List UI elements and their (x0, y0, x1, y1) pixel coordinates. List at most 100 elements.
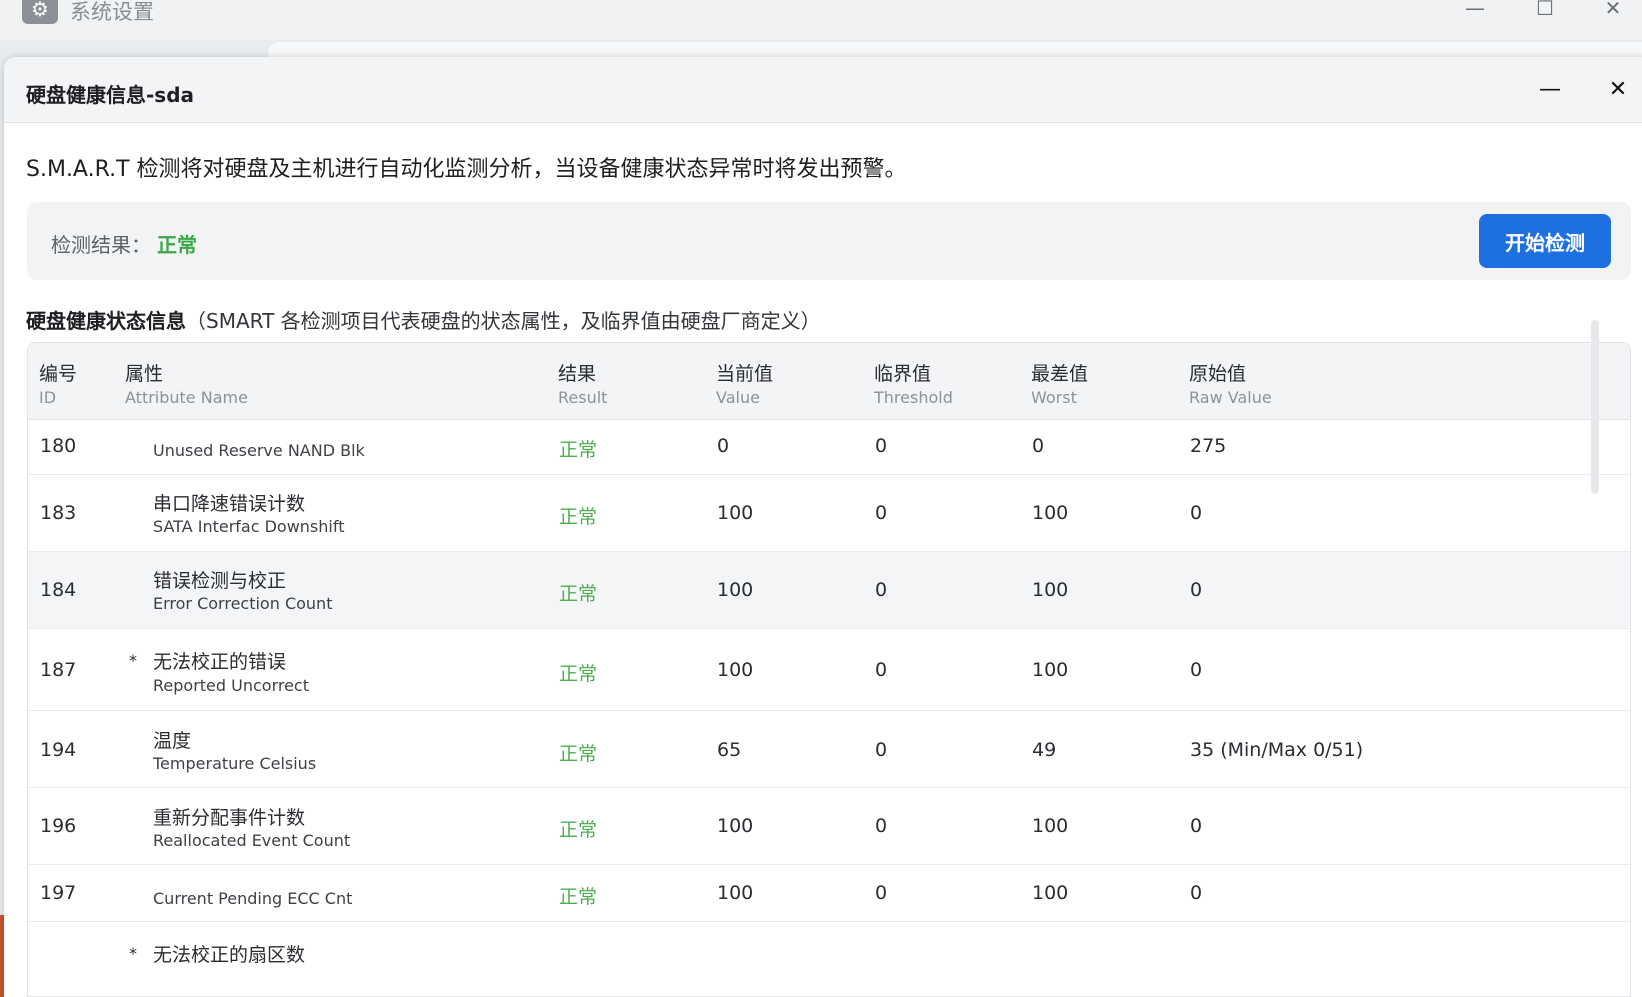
dialog-header: 硬盘健康信息-sda — ✕ (4, 57, 1642, 123)
column-header-worst: 最差值 Worst (1031, 359, 1088, 407)
window-close-button[interactable]: ✕ (1598, 0, 1628, 20)
cell-attr-cn: 串口降速错误计数 (153, 493, 306, 515)
cell-result: 正常 (559, 886, 598, 908)
table-row[interactable]: 197 Current Pending ECC Cnt 正常 100 0 100… (28, 865, 1630, 922)
table-row[interactable]: 183 串口降速错误计数 SATA Interfac Downshift 正常 … (28, 475, 1630, 552)
column-header-en: Threshold (874, 388, 953, 407)
column-header-cn: 属性 (125, 363, 164, 385)
cell-result: 正常 (559, 663, 598, 685)
background-titlebar (0, 0, 1642, 40)
cell-threshold: 0 (875, 739, 888, 761)
cell-id: 197 (40, 882, 77, 904)
table-row[interactable]: 184 错误检测与校正 Error Correction Count 正常 10… (28, 552, 1630, 629)
cell-worst: 100 (1032, 579, 1069, 601)
column-header-cn: 最差值 (1031, 363, 1089, 385)
cell-id: 187 (40, 659, 77, 681)
column-header-id: 编号 ID (39, 359, 77, 407)
cell-id: 180 (40, 435, 77, 457)
cell-threshold: 0 (875, 579, 888, 601)
section-title-note: （SMART 各检测项目代表硬盘的状态属性，及临界值由硬盘厂商定义） (186, 309, 821, 333)
table-row[interactable]: 196 重新分配事件计数 Reallocated Event Count 正常 … (28, 788, 1630, 865)
gear-icon: ⚙ (22, 0, 58, 24)
cell-attr-en: Current Pending ECC Cnt (153, 889, 353, 908)
column-header-attribute: 属性 Attribute Name (125, 359, 248, 407)
column-header-en: ID (39, 388, 57, 407)
cell-result: 正常 (559, 819, 598, 841)
cell-worst: 49 (1032, 739, 1057, 761)
cell-worst: 100 (1032, 659, 1069, 681)
cell-attr-en: Temperature Celsius (153, 754, 317, 773)
cell-attr-en: Reported Uncorrect (153, 676, 309, 695)
cell-attr-en: Unused Reserve NAND Blk (153, 441, 365, 460)
cell-result: 正常 (559, 743, 598, 765)
critical-marker: * (129, 651, 137, 670)
column-header-en: Attribute Name (125, 388, 248, 407)
cell-id: 184 (40, 579, 77, 601)
cell-id: 196 (40, 815, 77, 837)
column-header-cn: 当前值 (716, 363, 774, 385)
start-detection-button[interactable]: 开始检测 (1479, 214, 1611, 268)
cell-value: 65 (717, 739, 742, 761)
cell-attr-cn: 错误检测与校正 (153, 570, 287, 592)
cell-attr-cn: 无法校正的错误 (153, 651, 287, 673)
cell-raw: 0 (1190, 579, 1203, 601)
column-header-en: Result (558, 388, 608, 407)
cell-result: 正常 (559, 506, 598, 528)
column-header-cn: 结果 (558, 363, 597, 385)
column-header-cn: 编号 (39, 363, 78, 385)
window-minimize-button[interactable]: — (1460, 0, 1490, 20)
disk-health-dialog: 硬盘健康信息-sda — ✕ S.M.A.R.T 检测将对硬盘及主机进行自动化监… (4, 57, 1642, 997)
cell-raw: 35 (Min/Max 0/51) (1190, 739, 1364, 761)
dialog-minimize-button[interactable]: — (1534, 73, 1566, 105)
table-row[interactable]: 187 * 无法校正的错误 Reported Uncorrect 正常 100 … (28, 629, 1630, 711)
column-header-raw: 原始值 Raw Value (1189, 359, 1272, 407)
cell-worst: 100 (1032, 502, 1069, 524)
cell-value: 100 (717, 502, 754, 524)
cell-raw: 0 (1190, 502, 1203, 524)
dialog-close-button[interactable]: ✕ (1602, 73, 1634, 105)
cell-worst: 100 (1032, 882, 1069, 904)
cell-value: 100 (717, 815, 754, 837)
cell-result: 正常 (559, 583, 598, 605)
column-header-en: Worst (1031, 388, 1077, 407)
critical-marker: * (129, 944, 137, 963)
column-header-cn: 原始值 (1189, 363, 1247, 385)
detection-result-label: 检测结果： (51, 233, 151, 257)
cell-threshold: 0 (875, 435, 888, 457)
window-maximize-button[interactable]: ☐ (1530, 0, 1560, 20)
cell-value: 0 (717, 435, 730, 457)
cell-worst: 100 (1032, 815, 1069, 837)
smart-description: S.M.A.R.T 检测将对硬盘及主机进行自动化监测分析，当设备健康状态异常时将… (26, 157, 907, 182)
column-header-cn: 临界值 (874, 363, 932, 385)
cell-raw: 0 (1190, 659, 1203, 681)
cell-threshold: 0 (875, 502, 888, 524)
smart-table: 编号 ID 属性 Attribute Name 结果 Result 当前值 Va… (27, 342, 1631, 997)
cell-threshold: 0 (875, 882, 888, 904)
table-row[interactable]: 180 Unused Reserve NAND Blk 正常 0 0 0 275 (28, 420, 1630, 475)
detection-result-value: 正常 (157, 233, 197, 257)
cell-attr-en: SATA Interfac Downshift (153, 517, 345, 536)
cell-result: 正常 (559, 439, 598, 461)
table-row[interactable]: * 无法校正的扇区数 (28, 922, 1630, 996)
column-header-en: Value (716, 388, 760, 407)
section-title-main: 硬盘健康状态信息 (26, 309, 186, 333)
column-header-threshold: 临界值 Threshold (874, 359, 953, 407)
column-header-value: 当前值 Value (716, 359, 773, 407)
window-title: 系统设置 (70, 0, 154, 24)
cell-value: 100 (717, 659, 754, 681)
cell-raw: 0 (1190, 882, 1203, 904)
cell-value: 100 (717, 579, 754, 601)
cell-id: 183 (40, 502, 77, 524)
cell-attr-en: Error Correction Count (153, 594, 333, 613)
cell-attr-cn: 温度 (153, 730, 192, 752)
cell-attr-en: Reallocated Event Count (153, 831, 351, 850)
table-row[interactable]: 194 温度 Temperature Celsius 正常 65 0 49 35… (28, 711, 1630, 788)
cell-threshold: 0 (875, 815, 888, 837)
table-scrollbar[interactable] (1591, 320, 1599, 494)
column-header-result: 结果 Result (558, 359, 607, 407)
cell-attr-cn: 重新分配事件计数 (153, 807, 306, 829)
cell-worst: 0 (1032, 435, 1045, 457)
detection-result-panel: 检测结果： 正常 开始检测 (27, 202, 1631, 280)
table-header: 编号 ID 属性 Attribute Name 结果 Result 当前值 Va… (28, 343, 1630, 420)
cell-id: 194 (40, 739, 77, 761)
